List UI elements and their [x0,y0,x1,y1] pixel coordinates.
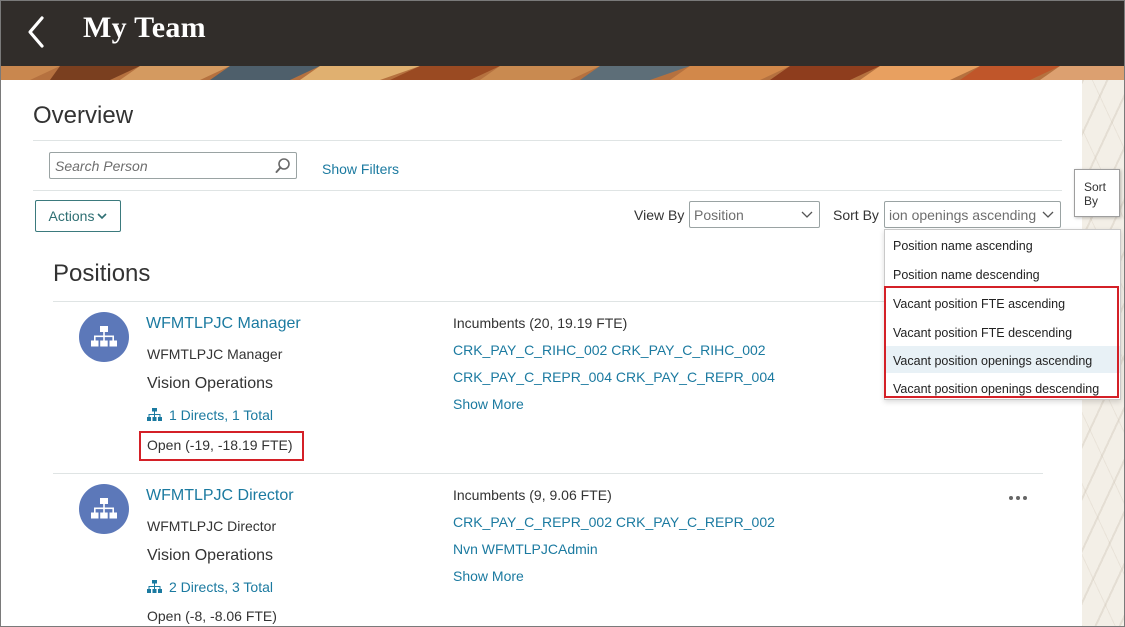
tooltip-line: Sort [1084,180,1107,194]
divider [33,140,1062,141]
sort-by-dropdown: Position name ascending Position name de… [884,229,1121,400]
ellipsis-icon [1016,496,1020,500]
more-actions-button[interactable] [1009,490,1031,506]
position-directs-link[interactable]: 2 Directs, 3 Total [147,579,273,595]
view-by-label: View By [634,207,685,223]
show-more-link[interactable]: Show More [453,568,524,584]
sort-option-hovered[interactable]: Vacant position openings ascending [885,346,1120,373]
tooltip-line: By [1084,194,1099,208]
sort-option[interactable]: Vacant position FTE descending [885,318,1120,345]
decorative-banner [0,66,1125,80]
view-by-value: Position [694,207,744,223]
sort-by-tooltip: Sort By [1074,169,1120,217]
position-subtitle: WFMTLPJC Manager [147,346,283,362]
divider [53,473,1043,474]
show-more-link[interactable]: Show More [453,396,524,412]
search-person-box[interactable] [49,152,297,179]
page-title: My Team [83,11,206,44]
position-name-link[interactable]: WFMTLPJC Manager [146,315,301,333]
sort-option[interactable]: Position name descending [885,260,1120,287]
sort-option[interactable]: Vacant position FTE ascending [885,289,1120,316]
position-org: Vision Operations [147,375,273,392]
incumbent-link[interactable]: Nvn WFMTLPJCAdmin [453,541,598,557]
ellipsis-icon [1009,496,1013,500]
position-open-count: Open (-19, -18.19 FTE) [147,437,293,453]
directs-label: 1 Directs, 1 Total [169,407,274,423]
sort-by-value: ion openings ascending [889,207,1037,223]
actions-label: Actions [48,208,95,224]
positions-title: Positions [53,260,151,287]
incumbents-count: Incumbents (9, 9.06 FTE) [453,487,612,503]
search-person-input[interactable] [55,156,270,176]
position-subtitle: WFMTLPJC Director [147,518,277,534]
sort-by-select[interactable]: ion openings ascending [884,201,1061,228]
position-name-link[interactable]: WFMTLPJC Director [146,487,294,505]
position-directs-link[interactable]: 1 Directs, 1 Total [147,407,273,423]
hierarchy-icon [147,408,162,421]
divider [33,190,1062,191]
position-avatar [79,312,129,362]
show-filters-link[interactable]: Show Filters [322,161,399,177]
incumbent-link[interactable]: CRK_PAY_C_REPR_002 CRK_PAY_C_REPR_002 [453,514,775,530]
incumbents-count: Incumbents (20, 19.19 FTE) [453,315,628,331]
incumbent-link[interactable]: CRK_PAY_C_REPR_004 CRK_PAY_C_REPR_004 [453,369,775,385]
app-header: My Team [0,0,1125,66]
hierarchy-icon [147,580,162,593]
back-button[interactable] [22,12,54,52]
overview-title: Overview [33,102,134,129]
actions-button[interactable]: Actions [35,200,121,232]
directs-label: 2 Directs, 3 Total [169,579,274,595]
chevron-down-icon [97,213,108,220]
ellipsis-icon [1023,496,1027,500]
banner-pattern [0,66,1125,80]
position-avatar [79,484,129,534]
position-org: Vision Operations [147,547,273,564]
incumbent-link[interactable]: CRK_PAY_C_RIHC_002 CRK_PAY_C_RIHC_002 [453,342,766,358]
chevron-left-icon [28,16,44,48]
sort-option[interactable]: Vacant position openings descending [885,374,1120,401]
search-icon[interactable] [274,157,292,175]
sort-by-label: Sort By [833,207,879,223]
org-chart-icon [91,498,117,519]
org-chart-icon [91,326,117,347]
chevron-down-icon [801,210,813,220]
position-open-count: Open (-8, -8.06 FTE) [147,608,277,624]
view-by-select[interactable]: Position [689,201,820,228]
chevron-down-icon [1042,210,1054,220]
sort-option[interactable]: Position name ascending [885,231,1120,258]
